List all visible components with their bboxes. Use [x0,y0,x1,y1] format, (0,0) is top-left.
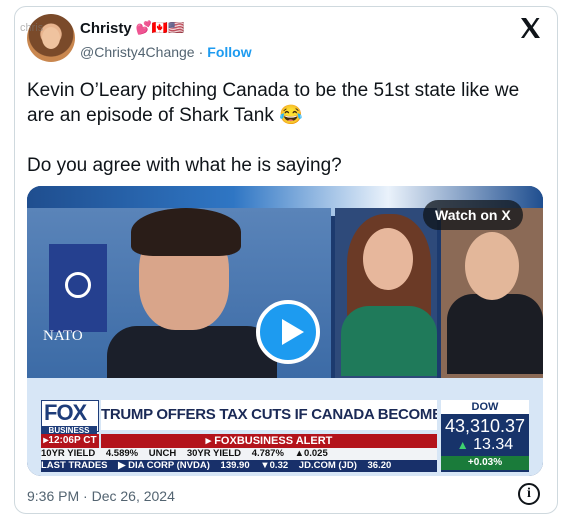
author-handle-row: @Christy4Change · Follow [80,44,252,60]
follow-button[interactable]: Follow [207,44,251,60]
person-left-hair [131,208,241,256]
person-right-face [465,232,519,300]
ticker-item: 4.787% [251,448,284,459]
video-media[interactable]: NATO Watch on X FOX BUSINESS TRUMP OFFER… [27,186,543,476]
tweet-line-2: Do you agree with what he is saying? [27,155,342,176]
name-emojis: 💕🇨🇦🇺🇸 [135,21,185,36]
x-logo-icon[interactable] [518,16,542,40]
ticker-item: ▶ DIA CORP (NVDA) [118,460,210,471]
dow-value: 43,310.37 [444,416,526,436]
watch-on-x-button[interactable]: Watch on X [423,200,523,230]
tweet-line-1: Kevin O’Leary pitching Canada to be the … [27,80,520,126]
avatar-face [42,27,60,49]
dow-label: DOW [441,400,529,414]
ticker-item: UNCH [148,448,177,459]
person-mid-body [341,306,437,376]
ticker-bottom: LAST TRADES ▶ DIA CORP (NVDA) 139.90 ▼0.… [41,460,437,472]
dow-change-value: 13.34 [473,436,514,453]
author-name-row: Christy 💕🇨🇦🇺🇸 [80,20,184,37]
dow-change: ▲ 13.34 [441,436,529,454]
person-right-body [447,294,543,374]
news-headline: TRUMP OFFERS TAX CUTS IF CANADA BECOMES … [101,400,437,430]
ticker-item: 10YR YIELD [41,448,96,459]
ticker-item: 4.589% [105,448,139,459]
time-badge: ▸12:06P CT [41,434,99,448]
tweet-timestamp[interactable]: 9:36 PM · Dec 26, 2024 [27,488,175,504]
handle[interactable]: @Christy4Change [80,44,195,60]
dow-percent: +0.03% [441,456,529,470]
ticker-item: ▲0.025 [294,448,328,459]
alert-bar: ▸ FOXBUSINESS ALERT [101,434,437,448]
ticker-top: 10YR YIELD 4.589% UNCH 30YR YIELD 4.787%… [41,448,437,460]
info-icon[interactable]: i [518,483,540,505]
display-name[interactable]: Christy [80,20,132,37]
ticker-item: 36.20 [367,460,392,471]
up-triangle-icon: ▲ [456,438,469,452]
play-icon[interactable] [256,300,320,364]
person-mid-face [363,228,413,290]
tweet-text: Kevin O’Leary pitching Canada to be the … [27,78,547,178]
nato-text: NATO [43,328,83,344]
ticker-item: ▼0.32 [260,460,289,471]
ticker-item: JD.COM (JD) [298,460,357,471]
fox-logo-text: FOX [44,400,87,425]
watermark: chris [20,22,44,34]
separator: · [198,44,204,60]
nato-flag [49,244,107,332]
ticker-item: 139.90 [220,460,250,471]
ticker-item: LAST TRADES [41,460,108,471]
nato-star-icon [65,272,91,298]
ticker-item: 30YR YIELD [186,448,242,459]
person-left-body [107,326,277,386]
